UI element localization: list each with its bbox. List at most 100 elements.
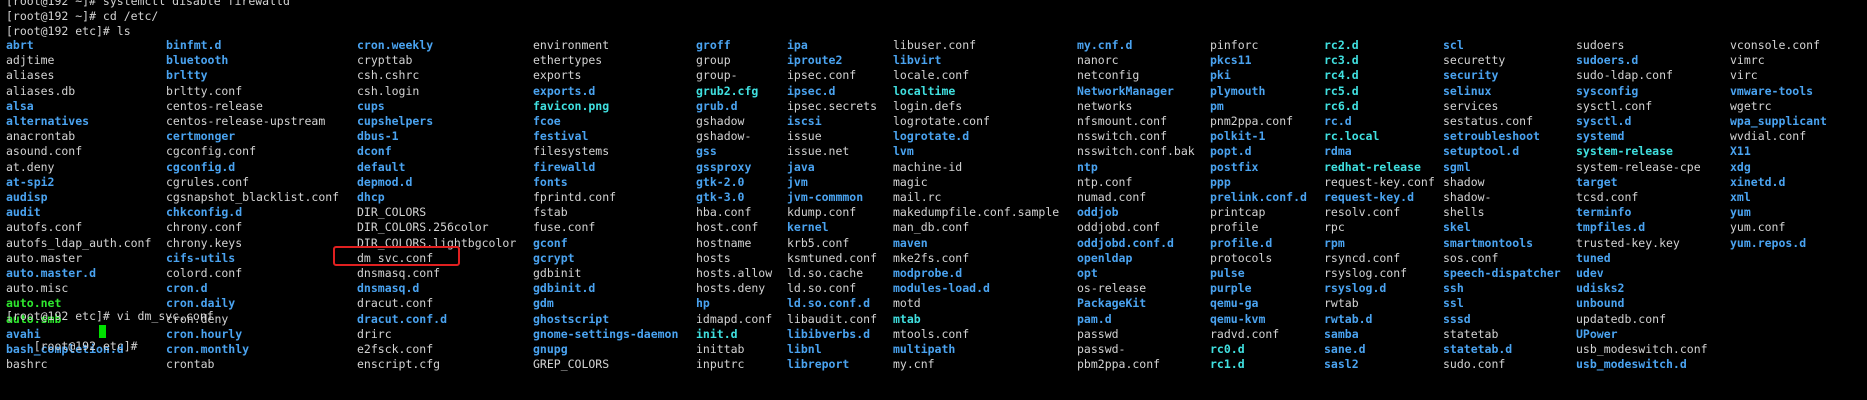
ls-entry: dhcp bbox=[357, 190, 385, 204]
ls-entry: rc6.d bbox=[1324, 98, 1359, 113]
ls-entry: DIR_COLORS bbox=[357, 205, 427, 220]
ls-entry: dnsmasq.d bbox=[357, 281, 420, 296]
ls-entry: default bbox=[357, 159, 406, 174]
ls-entry: favicon.png bbox=[533, 98, 610, 113]
ls-entry: login.defs bbox=[893, 98, 963, 113]
ls-entry: radvd.conf bbox=[1210, 326, 1280, 341]
ls-entry: jvm-commmon bbox=[787, 190, 864, 204]
ls-entry: motd bbox=[893, 296, 921, 311]
ls-entry: grub.d bbox=[696, 98, 738, 113]
ls-entry: UPower bbox=[1576, 326, 1618, 341]
ls-entry: cron.monthly bbox=[166, 342, 250, 356]
ls-entry: xml bbox=[1730, 190, 1751, 204]
ls-entry: pinforc bbox=[1210, 38, 1259, 52]
ls-entry: cgrules.conf bbox=[166, 174, 250, 189]
ls-entry: cups bbox=[357, 98, 385, 113]
ls-entry: auto.misc bbox=[6, 281, 69, 296]
ls-entry: sysctl.conf bbox=[1576, 98, 1653, 113]
ls-entry: wgetrc bbox=[1730, 98, 1772, 113]
ls-entry: gnupg bbox=[533, 342, 568, 356]
ls-entry: ipa bbox=[787, 38, 808, 52]
ls-entry: modules-load.d bbox=[893, 281, 990, 296]
terminal-cursor bbox=[99, 325, 106, 338]
ls-entry: rwtab.d bbox=[1324, 311, 1373, 326]
ls-entry: ssh bbox=[1443, 281, 1464, 296]
ls-entry: kernel bbox=[787, 220, 829, 235]
ls-entry: exports bbox=[533, 68, 582, 83]
ls-entry: crypttab bbox=[357, 53, 413, 68]
ls-entry: groff bbox=[696, 38, 731, 52]
ls-entry: makedumpfile.conf.sample bbox=[893, 205, 1060, 220]
ls-entry: inputrc bbox=[696, 357, 745, 372]
ls-entry: system-release-cpe bbox=[1576, 159, 1701, 174]
ls-entry: qemu-kvm bbox=[1210, 311, 1266, 326]
ls-entry: cgsnapshot_blacklist.conf bbox=[166, 190, 340, 204]
ls-entry: polkit-1 bbox=[1210, 129, 1266, 144]
command-line-cd: [root@192 ~]# cd /etc/ bbox=[6, 9, 159, 23]
ls-entry: tmpfiles.d bbox=[1576, 220, 1646, 235]
ls-entry: usb_modeswitch.conf bbox=[1576, 342, 1708, 356]
ls-entry: request-key.d bbox=[1324, 190, 1415, 204]
ls-entry: cron.hourly bbox=[166, 326, 243, 341]
ls-entry: sudo.conf bbox=[1443, 357, 1506, 372]
ls-entry: centos-release-upstream bbox=[166, 114, 326, 128]
ls-entry: csh.cshrc bbox=[357, 68, 420, 83]
ls-entry: tcsd.conf bbox=[1576, 190, 1639, 204]
ls-entry: iproute2 bbox=[787, 53, 843, 68]
ls-entry: nsswitch.conf bbox=[1077, 129, 1168, 144]
ls-entry: udev bbox=[1576, 266, 1604, 280]
ls-entry: ksmtuned.conf bbox=[787, 250, 878, 265]
ls-entry: pm bbox=[1210, 98, 1224, 113]
ls-entry: issue bbox=[787, 129, 822, 144]
ls-entry: sudoers.d bbox=[1576, 53, 1639, 68]
ls-entry: unbound bbox=[1576, 296, 1625, 311]
terminal-window[interactable]: [root@192 ~]# systemctl disable firewall… bbox=[0, 0, 1867, 400]
ls-entry: group- bbox=[696, 68, 738, 83]
ls-entry: brltty.conf bbox=[166, 83, 243, 98]
ls-entry: libaudit.conf bbox=[787, 311, 878, 326]
ls-entry: aliases.db bbox=[6, 83, 76, 98]
ls-entry: sgml bbox=[1443, 159, 1471, 174]
ls-entry: sysconfig bbox=[1576, 83, 1639, 98]
ls-entry: csh.login bbox=[357, 83, 420, 98]
ls-entry: shadow bbox=[1443, 174, 1485, 189]
ls-entry: rpc bbox=[1324, 220, 1345, 235]
ls-entry: netconfig bbox=[1077, 68, 1140, 83]
ls-entry: ipsec.secrets bbox=[787, 98, 878, 113]
ls-entry: libuser.conf bbox=[893, 38, 977, 52]
ls-entry: audisp bbox=[6, 190, 48, 204]
ls-entry: dracut.conf bbox=[357, 296, 434, 311]
ls-entry: dconf bbox=[357, 144, 392, 159]
ls-entry: yum.repos.d bbox=[1730, 235, 1807, 250]
ls-entry: exports.d bbox=[533, 83, 596, 98]
ls-entry: hostname bbox=[696, 235, 752, 250]
ls-entry: adjtime bbox=[6, 53, 55, 68]
ls-entry: gnome-settings-daemon bbox=[533, 326, 679, 341]
ls-entry: ld.so.conf bbox=[787, 281, 857, 296]
ls-entry: nfsmount.conf bbox=[1077, 114, 1168, 128]
prompt-line[interactable]: [root@192 etc]# bbox=[6, 324, 144, 353]
ls-entry: gshadow- bbox=[696, 129, 752, 144]
ls-entry: grub2.cfg bbox=[696, 83, 759, 98]
ls-entry: modprobe.d bbox=[893, 266, 963, 280]
ls-entry: sasl2 bbox=[1324, 357, 1359, 372]
ls-entry: sos.conf bbox=[1443, 250, 1499, 265]
ls-entry: mke2fs.conf bbox=[893, 250, 970, 265]
ls-entry: gtk-3.0 bbox=[696, 190, 745, 204]
ls-entry: DIR_COLORS.256color bbox=[357, 220, 489, 235]
ls-entry: statetab.d bbox=[1443, 342, 1513, 356]
ls-entry: PackageKit bbox=[1077, 296, 1147, 311]
ls-entry: inittab bbox=[696, 342, 745, 356]
ls-entry: gshadow bbox=[696, 114, 745, 128]
ls-entry: binfmt.d bbox=[166, 38, 222, 52]
ls-entry: statetab bbox=[1443, 326, 1499, 341]
ls-entry: ld.so.conf.d bbox=[787, 296, 871, 311]
ls-entry: pulse bbox=[1210, 266, 1245, 280]
ls-entry: rc4.d bbox=[1324, 68, 1359, 83]
ls-entry: locale.conf bbox=[893, 68, 970, 83]
ls-entry: updatedb.conf bbox=[1576, 311, 1667, 326]
ls-entry: nanorc bbox=[1077, 53, 1119, 68]
ls-entry: e2fsck.conf bbox=[357, 342, 434, 356]
ls-entry: rsyncd.conf bbox=[1324, 250, 1401, 265]
ls-entry: sestatus.conf bbox=[1443, 114, 1534, 128]
